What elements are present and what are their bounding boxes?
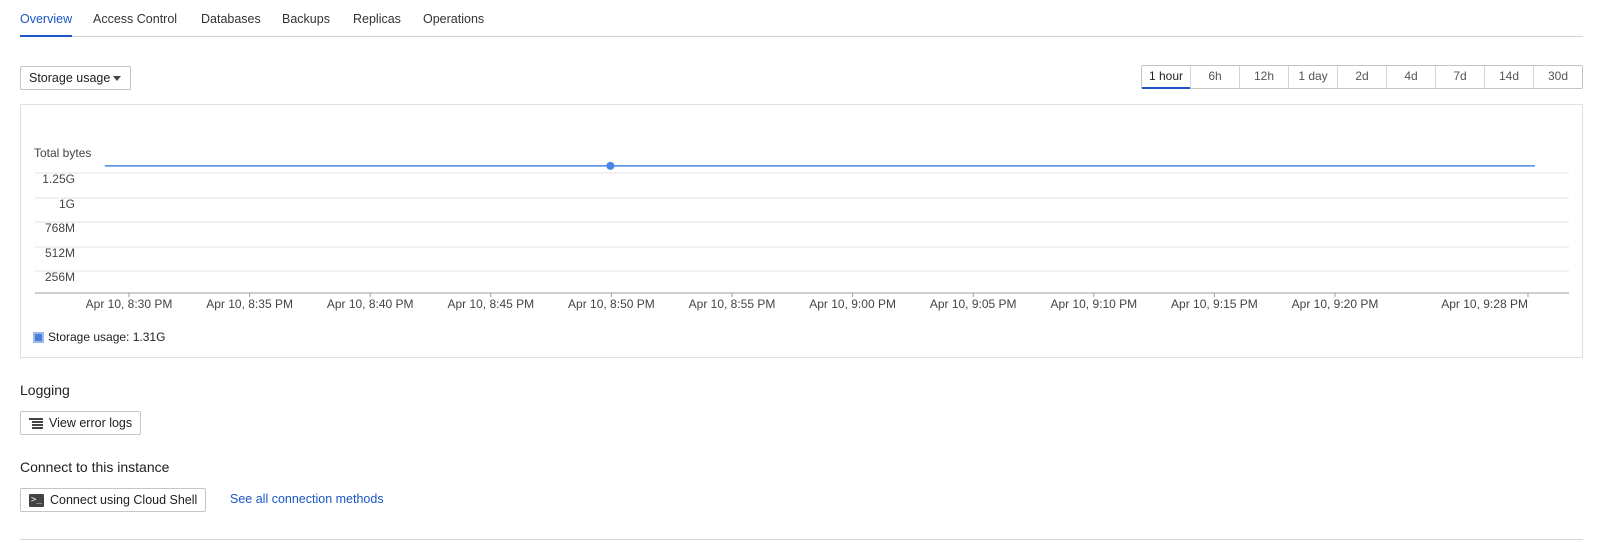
x-tick-label: Apr 10, 9:28 PM (1441, 297, 1528, 311)
range-30d[interactable]: 30d (1534, 66, 1582, 88)
tab-replicas[interactable]: Replicas (353, 12, 401, 37)
connect-heading: Connect to this instance (20, 459, 170, 475)
x-tick-label: Apr 10, 8:40 PM (327, 297, 414, 311)
logging-heading: Logging (20, 382, 70, 398)
x-tick-label: Apr 10, 9:15 PM (1171, 297, 1258, 311)
x-tick-label: Apr 10, 8:45 PM (447, 297, 534, 311)
x-tick-label: Apr 10, 8:30 PM (86, 297, 173, 311)
x-tick-label: Apr 10, 8:55 PM (689, 297, 776, 311)
y-axis-title: Total bytes (34, 146, 91, 160)
connection-methods-link[interactable]: See all connection methods (230, 492, 384, 506)
section-divider (20, 539, 1583, 540)
tab-access-control[interactable]: Access Control (93, 12, 177, 37)
y-tick-label: 768M (45, 221, 75, 235)
range-7d[interactable]: 7d (1436, 66, 1485, 88)
tab-bar: Overview Access Control Databases Backup… (20, 0, 1583, 37)
x-tick-label: Apr 10, 8:50 PM (568, 297, 655, 311)
legend-label: Storage usage: 1.31G (48, 330, 166, 344)
cloud-shell-button[interactable]: >_ Connect using Cloud Shell (20, 488, 207, 512)
range-14d[interactable]: 14d (1485, 66, 1534, 88)
y-tick-label: 1.25G (42, 172, 75, 186)
time-range-selector: 1 hour 6h 12h 1 day 2d 4d 7d 14d 30d (1141, 65, 1583, 89)
x-tick-label: Apr 10, 8:35 PM (206, 297, 293, 311)
range-12h[interactable]: 12h (1240, 66, 1289, 88)
chart-legend[interactable]: Storage usage: 1.31G (33, 330, 165, 344)
x-tick-label: Apr 10, 9:00 PM (809, 297, 896, 311)
x-tick-label: Apr 10, 9:05 PM (930, 297, 1017, 311)
x-tick-label: Apr 10, 9:10 PM (1050, 297, 1137, 311)
y-tick-label: 512M (45, 246, 75, 260)
range-6h[interactable]: 6h (1191, 66, 1240, 88)
series-point-storage-usage (606, 161, 615, 170)
range-4d[interactable]: 4d (1387, 66, 1436, 88)
view-error-logs-button[interactable]: View error logs (20, 411, 142, 435)
caret-down-icon (113, 76, 121, 81)
tab-operations[interactable]: Operations (423, 12, 484, 37)
terminal-icon: >_ (29, 493, 44, 507)
view-error-logs-label: View error logs (49, 416, 133, 430)
cloud-shell-label: Connect using Cloud Shell (50, 493, 198, 507)
tab-backups[interactable]: Backups (282, 12, 330, 37)
tab-databases[interactable]: Databases (201, 12, 261, 37)
x-tick-label: Apr 10, 9:20 PM (1292, 297, 1379, 311)
storage-chart-card: 1.25G 1G 768M 512M 256M Total bytes Apr 10, 8:… (20, 104, 1583, 358)
y-tick-label: 256M (45, 270, 75, 284)
metric-dropdown-value: Storage usage (29, 71, 111, 85)
y-tick-label: 1G (59, 197, 75, 211)
range-1-day[interactable]: 1 day (1289, 66, 1338, 88)
list-icon (29, 418, 43, 429)
storage-chart: 1.25G 1G 768M 512M 256M Total bytes Apr 10, 8:… (34, 146, 1569, 311)
range-2d[interactable]: 2d (1338, 66, 1387, 88)
range-1-hour[interactable]: 1 hour (1142, 66, 1191, 89)
legend-swatch (33, 331, 44, 343)
tab-overview[interactable]: Overview (20, 12, 73, 37)
metric-dropdown[interactable]: Storage usage (20, 66, 131, 90)
